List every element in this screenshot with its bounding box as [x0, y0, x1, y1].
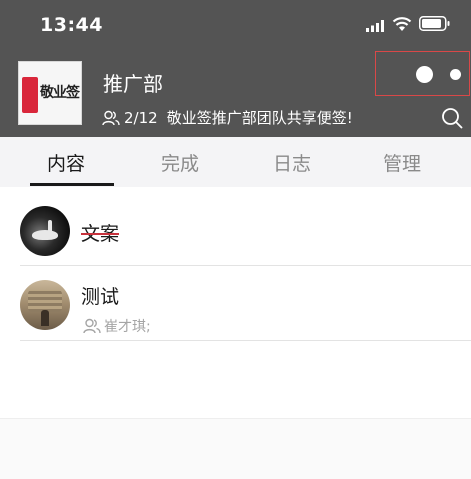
- cellular-signal-icon: [366, 20, 384, 32]
- group-logo[interactable]: 敬业签: [18, 61, 82, 125]
- group-description: 敬业签推广部团队共享便签!: [166, 109, 353, 127]
- logo-mark-icon: [22, 77, 38, 113]
- list-footer: [0, 418, 471, 479]
- status-time: 13:44: [40, 14, 103, 36]
- tab-completed[interactable]: 完成: [161, 149, 199, 176]
- tab-log[interactable]: 日志: [273, 149, 311, 176]
- divider: [20, 340, 471, 341]
- group-title: 推广部: [103, 72, 163, 96]
- tab-bar: 内容 完成 日志 管理: [0, 137, 471, 187]
- avatar: [20, 206, 70, 256]
- more-options-button[interactable]: [375, 51, 470, 96]
- logo-text: 敬业签: [40, 85, 80, 101]
- more-dot-icon: [416, 66, 433, 83]
- search-icon[interactable]: [441, 107, 463, 129]
- active-tab-indicator: [30, 183, 114, 186]
- close-dot-icon: [450, 69, 461, 80]
- battery-icon: [419, 16, 450, 31]
- members-icon: [102, 110, 120, 125]
- member-count: 2/12: [124, 108, 158, 127]
- divider: [20, 265, 471, 266]
- group-header: 13:44 敬业签 推广部 2/12 敬业签推广部团队共享便签!: [0, 0, 471, 137]
- tab-manage[interactable]: 管理: [383, 149, 421, 176]
- item-title: 测试: [81, 286, 120, 308]
- member-info[interactable]: 2/12 敬业签推广部团队共享便签!: [102, 107, 353, 128]
- assignee-name: 崔才琪;: [104, 319, 151, 335]
- wifi-icon: [392, 17, 412, 31]
- members-icon: [83, 318, 101, 334]
- item-assignee: 崔才琪;: [83, 316, 151, 336]
- avatar: [20, 280, 70, 330]
- divider: [0, 418, 471, 419]
- item-title: 文案: [81, 223, 120, 245]
- tab-content[interactable]: 内容: [47, 149, 85, 176]
